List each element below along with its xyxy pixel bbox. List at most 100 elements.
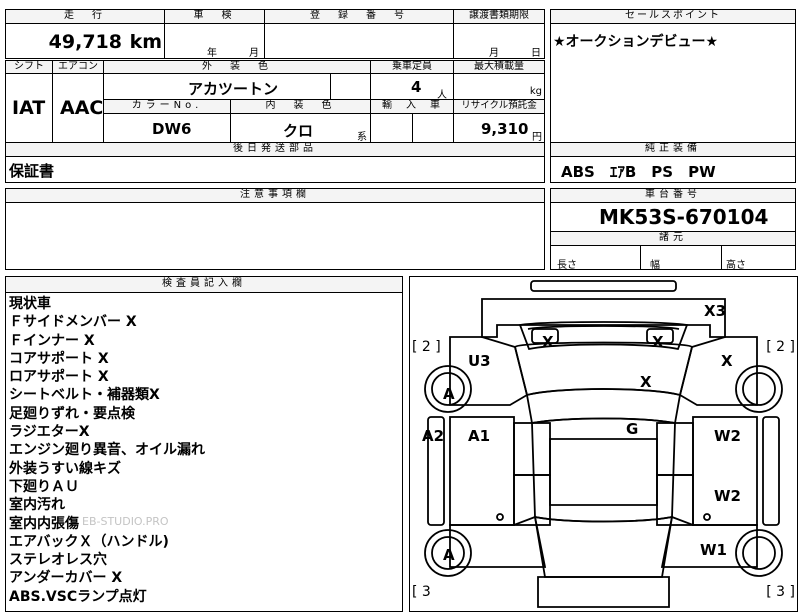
- mark-g: G: [626, 420, 638, 438]
- mileage-value: 49,718: [48, 31, 122, 53]
- mark-a-front: A: [443, 385, 455, 403]
- mileage-cell: 49,718 km: [5, 23, 165, 59]
- bracket-right-top: [ 2 ]: [766, 339, 795, 355]
- height-label: 高さ: [726, 260, 746, 271]
- bracket-right-bottom: [ 3 ]: [766, 584, 795, 600]
- inspector-line: ラジエターX: [9, 424, 90, 441]
- width-label: 幅: [650, 260, 660, 271]
- interior-color-value: クロ: [283, 122, 314, 140]
- inspector-line: ロアサポート X: [9, 369, 109, 386]
- import-header: 輸 入 車: [370, 99, 454, 114]
- mark-x-fender: X: [721, 352, 733, 370]
- mark-x-right: X: [652, 333, 664, 351]
- inspector-line: ABS.VSCランプ点灯: [9, 588, 147, 605]
- later-parts-cell: 保証書: [5, 156, 545, 183]
- shift-cell: IAT: [5, 73, 53, 143]
- registration-cell: [264, 23, 454, 59]
- capacity-cell: 4 人: [370, 73, 454, 101]
- length-label: 長さ: [557, 260, 577, 271]
- capacity-value: 4: [411, 78, 422, 96]
- length-cell: 長さ: [550, 245, 641, 271]
- bracket-left-top: [ 2 ]: [412, 339, 441, 355]
- load-unit: kg: [529, 86, 542, 97]
- shaken-year-unit: 年: [207, 48, 217, 59]
- watermark: EB-STUDIO.PRO: [82, 515, 169, 528]
- color-no-cell: DW6: [103, 113, 231, 143]
- shift-header: シフト: [5, 60, 53, 74]
- sales-point-cell: ★オークションデビュー★: [550, 23, 796, 144]
- inspector-cell: 現状車 Ｆサイドメンバー X Ｆインナー X コアサポート X ロアサポート X…: [5, 292, 403, 612]
- interior-color-header: 内 装 色: [230, 99, 371, 114]
- chassis-header: 車台番号: [550, 188, 796, 203]
- aircon-cell: AAC: [52, 73, 104, 143]
- yen-unit: 円: [532, 132, 542, 143]
- shaken-month-unit: 月: [249, 48, 259, 59]
- inspector-line: アンダーカバー X: [9, 570, 123, 587]
- inspector-line: 室内汚れ: [9, 497, 65, 514]
- sales-point-text: ★オークションデビュー★: [553, 34, 719, 50]
- equipment-header: 純正装備: [550, 142, 796, 157]
- inspector-line: エンジン廻り異音、オイル漏れ: [9, 442, 205, 459]
- mark-u3: U3: [468, 352, 491, 370]
- capacity-header: 乗車定員: [370, 60, 454, 74]
- bracket-left-bottom: [ 3: [412, 584, 431, 600]
- mileage-header: 走 行: [5, 9, 165, 24]
- color-no-header: カラーNo.: [103, 99, 231, 114]
- max-load-header: 最大積載量: [453, 60, 545, 74]
- later-parts-header: 後日発送部品: [5, 142, 545, 157]
- mileage-unit: km: [129, 31, 162, 53]
- caution-header: 注意事項欄: [5, 188, 545, 203]
- transfer-month-unit: 月: [489, 48, 499, 59]
- mark-a1: A1: [468, 427, 490, 445]
- exterior-color-value: アカツートン: [188, 80, 279, 98]
- recycle-cell: 9,310 円: [453, 113, 545, 143]
- height-cell: 高さ: [721, 245, 796, 271]
- chassis-number: MK53S-670104: [599, 205, 769, 229]
- inspector-line: コアサポート X: [9, 350, 109, 367]
- inspector-lines: 現状車 Ｆサイドメンバー X Ｆインナー X コアサポート X ロアサポート X…: [9, 295, 205, 606]
- inspector-line: ステレオレス穴: [9, 552, 107, 569]
- inspector-line: 現状車: [9, 296, 51, 312]
- recycle-value: 9,310: [481, 120, 529, 138]
- exterior-color-header: 外 装 色: [103, 60, 371, 74]
- mark-x-hood: X: [640, 373, 652, 391]
- dimensions-header: 諸元: [550, 231, 796, 246]
- shaken-cell: 年 月: [164, 23, 265, 59]
- interior-color-cell: クロ 系: [230, 113, 371, 143]
- inspector-line: Ｆインナー X: [9, 332, 95, 349]
- mark-a2: A2: [422, 427, 444, 445]
- inspector-line: シートベルト・補器類X: [9, 387, 160, 404]
- car-diagram: X3 X X U3 X X A G A2 A1 W2 W2 W1 A: [422, 280, 783, 608]
- max-load-cell: kg: [453, 73, 545, 100]
- inspector-header: 検査員記入欄: [5, 276, 403, 293]
- equipment-cell: ABS ｴｱB PS PW: [550, 156, 796, 183]
- transfer-deadline-cell: 月 日: [453, 23, 545, 59]
- shaken-header: 車 検: [164, 9, 265, 24]
- recycle-header: リサイクル預託金: [453, 99, 545, 114]
- mark-x-left: X: [542, 333, 554, 351]
- mark-w2-front: W2: [714, 427, 741, 445]
- mark-w2-rear: W2: [714, 487, 741, 505]
- registration-header: 登 録 番 号: [264, 9, 454, 24]
- exterior-color-cell: アカツートン: [103, 73, 331, 100]
- inspector-line: 足廻りずれ・要点検: [9, 405, 135, 422]
- color-no-value: DW6: [152, 120, 192, 138]
- inspector-line: 外装うすい線キズ: [9, 460, 121, 477]
- shift-value: IAT: [12, 97, 46, 119]
- sales-point-header: セールスポイント: [550, 9, 796, 24]
- aircon-value: AAC: [60, 97, 104, 119]
- aircon-header: エアコン: [52, 60, 104, 74]
- import-cell-right: [412, 113, 454, 143]
- import-cell-left: [370, 113, 413, 143]
- mark-x3: X3: [704, 302, 726, 320]
- width-cell: 幅: [640, 245, 722, 271]
- inspector-line: 下廻りＡＵ: [9, 478, 79, 495]
- exterior-color-extra-cell: [330, 73, 371, 100]
- car-diagram-panel: X3 X X U3 X X A G A2 A1 W2 W2 W1 A [ 2 ]…: [409, 276, 798, 612]
- transfer-deadline-header: 譲渡書類期限: [453, 9, 545, 24]
- chassis-cell: MK53S-670104: [550, 202, 796, 232]
- interior-suffix: 系: [357, 132, 367, 143]
- mark-a-rear: A: [443, 546, 455, 564]
- mark-w1: W1: [700, 541, 727, 559]
- inspector-line: エアバックＸ（ハンドル): [9, 533, 169, 550]
